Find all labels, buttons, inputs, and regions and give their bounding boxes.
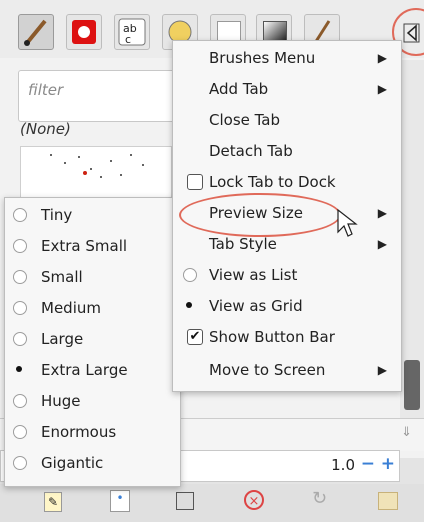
preview-size-huge[interactable]: Huge: [5, 386, 180, 417]
menu-item-show-button-bar[interactable]: ✔ Show Button Bar: [173, 322, 401, 353]
panel-scrollbar[interactable]: [400, 60, 424, 450]
tab-patterns[interactable]: [66, 14, 102, 50]
edit-icon[interactable]: ✎: [44, 492, 62, 512]
size-increase-button[interactable]: +: [381, 454, 395, 474]
radio-icon: [13, 270, 27, 284]
open-as-image-icon[interactable]: [378, 492, 398, 510]
preview-size-large[interactable]: Large: [5, 324, 180, 355]
submenu-arrow-icon: ▶: [377, 51, 387, 65]
menu-item-label: View as Grid: [209, 297, 303, 315]
radio-icon: [13, 332, 27, 346]
svg-text:c: c: [125, 33, 131, 46]
menu-item-move-to-screen[interactable]: Move to Screen ▶: [173, 355, 401, 386]
refresh-icon[interactable]: ↻: [312, 488, 327, 509]
menu-item-label: Add Tab: [209, 80, 269, 98]
menu-item-label: Close Tab: [209, 111, 281, 129]
menu-item-view-as-grid[interactable]: View as Grid: [173, 291, 401, 322]
submenu-arrow-icon: ▶: [377, 206, 387, 220]
submenu-arrow-icon: ▶: [377, 82, 387, 96]
pattern-icon: [72, 20, 96, 44]
text-icon: ab c: [118, 18, 146, 46]
radio-icon: [13, 239, 27, 253]
radio-selected-icon: [13, 363, 27, 377]
scrollbar-thumb[interactable]: [404, 360, 420, 410]
preview-size-enormous[interactable]: Enormous: [5, 417, 180, 448]
preview-size-extra-large[interactable]: Extra Large: [5, 355, 180, 386]
menu-item-label: Show Button Bar: [209, 328, 335, 346]
menu-item-label: Extra Large: [41, 361, 128, 379]
expand-icon: ⇓: [401, 425, 412, 440]
mouse-pointer-icon: [337, 208, 358, 237]
selected-brush-label: (None): [20, 120, 71, 138]
brush-preview-splatter: [50, 154, 144, 178]
preview-size-medium[interactable]: Medium: [5, 293, 180, 324]
radio-selected-icon: [183, 299, 197, 313]
radio-icon: [13, 425, 27, 439]
menu-item-detach-tab[interactable]: Detach Tab: [173, 136, 401, 167]
menu-item-close-tab[interactable]: Close Tab: [173, 105, 401, 136]
highlight-ring: [179, 193, 341, 237]
checkbox-icon: [187, 174, 203, 190]
menu-item-label: Extra Small: [41, 237, 128, 255]
menu-item-label: Tiny: [41, 206, 73, 224]
delete-icon[interactable]: ×: [244, 490, 264, 510]
radio-icon: [13, 301, 27, 315]
menu-item-label: Large: [41, 330, 84, 348]
preview-size-tiny[interactable]: Tiny: [5, 200, 180, 231]
preview-size-submenu: Tiny Extra Small Small Medium Large Extr…: [4, 197, 181, 487]
radio-icon: [183, 268, 197, 282]
radio-icon: [13, 456, 27, 470]
new-icon[interactable]: •: [110, 490, 130, 512]
submenu-arrow-icon: ▶: [377, 363, 387, 377]
tab-fonts[interactable]: ab c: [114, 14, 150, 50]
preview-size-small[interactable]: Small: [5, 262, 180, 293]
menu-item-label: Enormous: [41, 423, 117, 441]
size-value: 1.0: [331, 456, 355, 474]
menu-item-label: Brushes Menu: [209, 49, 316, 67]
tab-brushes[interactable]: [18, 14, 54, 50]
menu-item-view-as-list[interactable]: View as List: [173, 260, 401, 291]
menu-item-label: Small: [41, 268, 83, 286]
button-bar: ✎ • × ↻: [0, 484, 424, 522]
submenu-arrow-icon: ▶: [377, 237, 387, 251]
preview-size-gigantic[interactable]: Gigantic: [5, 448, 180, 479]
menu-item-brushes-menu[interactable]: Brushes Menu ▶: [173, 43, 401, 74]
menu-item-label: Move to Screen: [209, 361, 326, 379]
brush-preview[interactable]: [20, 146, 172, 200]
paintbrush-icon: [24, 19, 47, 46]
filter-placeholder: filter: [28, 81, 64, 99]
menu-item-label: Medium: [41, 299, 101, 317]
radio-icon: [13, 394, 27, 408]
tab-context-menu: Brushes Menu ▶ Add Tab ▶ Close Tab Detac…: [172, 40, 402, 392]
menu-item-add-tab[interactable]: Add Tab ▶: [173, 74, 401, 105]
checkmark-icon: ✔: [187, 329, 203, 345]
radio-icon: [13, 208, 27, 222]
menu-item-label: Huge: [41, 392, 81, 410]
menu-item-label: Detach Tab: [209, 142, 293, 160]
size-decrease-button[interactable]: −: [361, 454, 375, 474]
menu-item-label: View as List: [209, 266, 298, 284]
menu-item-label: Gigantic: [41, 454, 104, 472]
duplicate-icon[interactable]: [176, 492, 194, 510]
preview-size-extra-small[interactable]: Extra Small: [5, 231, 180, 262]
